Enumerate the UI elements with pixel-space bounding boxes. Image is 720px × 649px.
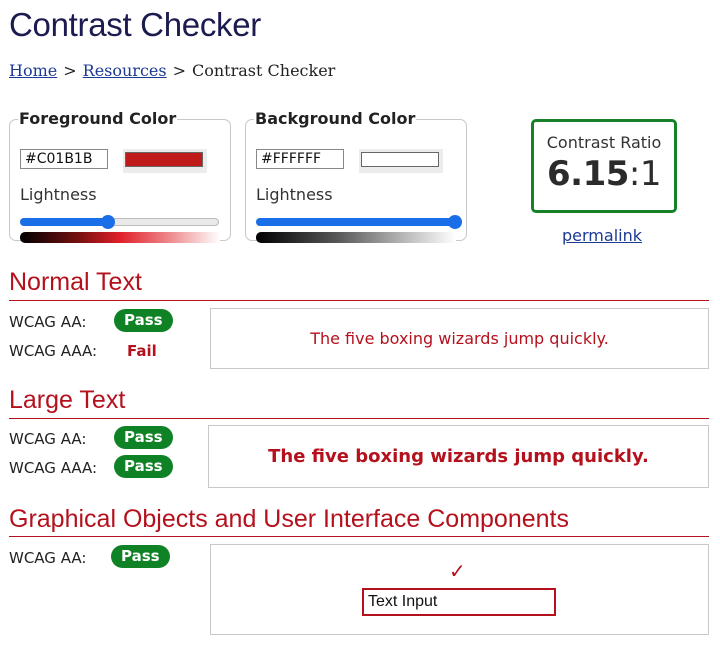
background-legend: Background Color (255, 109, 416, 128)
background-lightness-slider[interactable] (256, 215, 462, 229)
breadcrumb-separator: > (63, 61, 77, 80)
foreground-lightness-label: Lightness (20, 185, 97, 204)
foreground-lightness-slider[interactable] (20, 215, 219, 229)
graphical-aa-pass-badge: Pass (111, 545, 170, 568)
breadcrumb-home-link[interactable]: Home (9, 61, 57, 80)
breadcrumb-separator: > (172, 61, 186, 80)
normal-aaa-label: WCAG AAA: (9, 342, 98, 360)
normal-text-sample: The five boxing wizards jump quickly. (210, 308, 709, 369)
foreground-hex-input[interactable] (20, 149, 108, 169)
normal-aa-pass-badge: Pass (114, 309, 173, 332)
ratio-colon: : (628, 154, 640, 194)
large-aaa-label: WCAG AAA: (9, 459, 98, 477)
permalink-link[interactable]: permalink (562, 226, 642, 245)
normal-aaa-fail-status: Fail (127, 342, 157, 360)
checkmark-icon: ✓ (449, 559, 466, 583)
background-color-swatch[interactable] (361, 152, 439, 167)
breadcrumb: Home > Resources > Contrast Checker (9, 61, 335, 80)
graphical-objects-sample: ✓ Text Input (210, 544, 709, 635)
large-aaa-pass-badge: Pass (114, 455, 173, 478)
large-text-heading: Large Text (9, 386, 126, 414)
foreground-legend: Foreground Color (19, 109, 177, 128)
graphical-aa-label: WCAG AA: (9, 549, 87, 567)
background-lightness-label: Lightness (256, 185, 333, 204)
page-title: Contrast Checker (9, 6, 261, 43)
large-text-sample: The five boxing wizards jump quickly. (208, 425, 709, 488)
breadcrumb-current: Contrast Checker (192, 61, 336, 80)
contrast-ratio-label: Contrast Ratio (546, 133, 662, 152)
sample-text-input[interactable]: Text Input (362, 588, 556, 616)
foreground-color-panel: Foreground Color Lightness (9, 109, 231, 243)
background-hex-input[interactable] (256, 149, 344, 169)
background-color-picker[interactable] (359, 149, 443, 173)
background-lightness-gradient (256, 232, 456, 243)
background-color-panel: Background Color Lightness (245, 109, 467, 243)
contrast-ratio-value: 6.15:1 (534, 154, 674, 194)
slider-thumb[interactable] (100, 215, 115, 229)
breadcrumb-resources-link[interactable]: Resources (83, 61, 167, 80)
slider-thumb[interactable] (448, 215, 462, 229)
foreground-color-swatch[interactable] (125, 152, 203, 167)
ratio-suffix: 1 (639, 154, 662, 194)
contrast-ratio-box: Contrast Ratio 6.15:1 (531, 119, 677, 213)
slider-fill (256, 218, 455, 226)
large-aa-pass-badge: Pass (114, 426, 173, 449)
foreground-lightness-gradient (20, 232, 220, 243)
large-aa-label: WCAG AA: (9, 430, 87, 448)
section-divider (9, 536, 709, 537)
foreground-color-picker[interactable] (123, 149, 207, 173)
ratio-number: 6.15 (547, 154, 629, 194)
normal-aa-label: WCAG AA: (9, 313, 87, 331)
slider-fill (20, 218, 108, 226)
section-divider (9, 418, 709, 419)
normal-text-heading: Normal Text (9, 268, 142, 296)
graphical-objects-heading: Graphical Objects and User Interface Com… (9, 505, 569, 533)
section-divider (9, 300, 709, 301)
